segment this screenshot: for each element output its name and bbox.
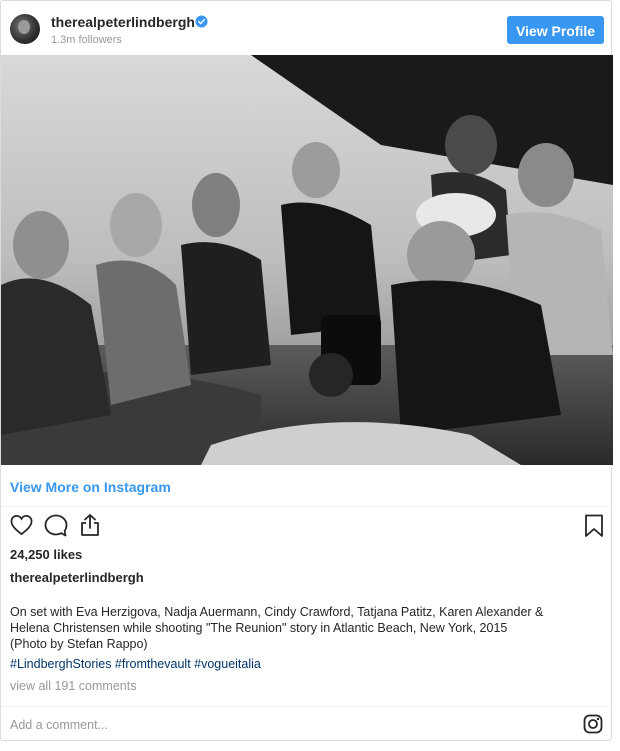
verified-badge-icon (195, 15, 208, 28)
hashtag-links[interactable]: #LindberghStories #fromthevault #vogueit… (10, 657, 261, 671)
view-more-on-instagram-link[interactable]: View More on Instagram (10, 479, 171, 495)
post-header: therealpeterlindbergh 1.3m followers Vie… (1, 1, 611, 55)
follower-count: 1.3m followers (51, 34, 122, 46)
caption-line-3: (Photo by Stefan Rappo) (10, 637, 148, 651)
caption-line-2: Helena Christensen while shooting "The R… (10, 621, 508, 635)
view-profile-button[interactable]: View Profile (507, 16, 604, 44)
bookmark-icon[interactable] (584, 514, 604, 538)
heart-icon[interactable] (10, 514, 33, 536)
share-icon[interactable] (79, 513, 101, 537)
caption-line-1: On set with Eva Herzigova, Nadja Auerman… (10, 605, 544, 619)
instagram-logo-icon[interactable] (583, 714, 603, 734)
view-all-comments-link[interactable]: view all 191 comments (10, 679, 136, 693)
post-caption: On set with Eva Herzigova, Nadja Auerman… (10, 604, 600, 652)
divider (1, 706, 611, 707)
avatar[interactable] (10, 14, 40, 44)
username[interactable]: therealpeterlindbergh (51, 14, 195, 30)
like-count[interactable]: 24,250 likes (10, 547, 82, 562)
divider (1, 506, 611, 507)
avatar-face (18, 20, 30, 34)
add-comment-input[interactable]: Add a comment... (10, 718, 108, 732)
post-photo[interactable] (1, 55, 613, 465)
photo-image (1, 55, 613, 465)
comment-bubble-icon[interactable] (44, 514, 68, 537)
instagram-embed-card: therealpeterlindbergh 1.3m followers Vie… (0, 0, 613, 741)
post-actions (1, 511, 611, 541)
caption-username[interactable]: therealpeterlindbergh (10, 570, 144, 585)
